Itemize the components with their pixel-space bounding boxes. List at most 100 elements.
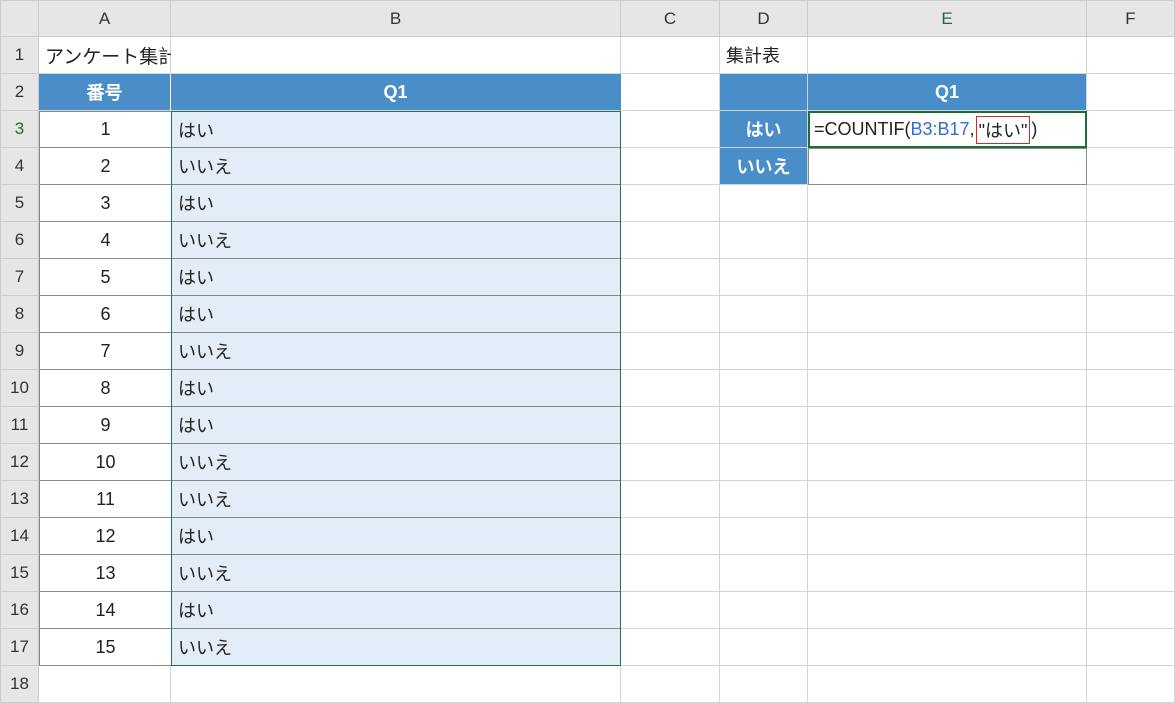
left-num-cell[interactable]: 13	[39, 555, 171, 592]
left-val-cell[interactable]: はい	[171, 296, 621, 333]
cell-D17[interactable]	[720, 629, 808, 666]
left-val-cell[interactable]: いいえ	[171, 629, 621, 666]
left-num-cell[interactable]: 8	[39, 370, 171, 407]
cell-E9[interactable]	[808, 333, 1087, 370]
cell-D12[interactable]	[720, 444, 808, 481]
cell-F4[interactable]	[1087, 148, 1175, 185]
row-header-11[interactable]: 11	[0, 407, 39, 444]
cell-E1[interactable]	[808, 37, 1087, 74]
row-header-8[interactable]: 8	[0, 296, 39, 333]
cell-D6[interactable]	[720, 222, 808, 259]
cell-F5[interactable]	[1087, 185, 1175, 222]
cell-D10[interactable]	[720, 370, 808, 407]
left-num-cell[interactable]: 15	[39, 629, 171, 666]
cell-C7[interactable]	[621, 259, 720, 296]
cell-E7[interactable]	[808, 259, 1087, 296]
left-num-cell[interactable]: 1	[39, 111, 171, 148]
left-val-cell[interactable]: はい	[171, 592, 621, 629]
cell-E6[interactable]	[808, 222, 1087, 259]
left-val-cell[interactable]: いいえ	[171, 481, 621, 518]
cell-E14[interactable]	[808, 518, 1087, 555]
left-val-cell[interactable]: いいえ	[171, 444, 621, 481]
row-header-9[interactable]: 9	[0, 333, 39, 370]
cell-D15[interactable]	[720, 555, 808, 592]
cell-C15[interactable]	[621, 555, 720, 592]
cell-C5[interactable]	[621, 185, 720, 222]
cell-F6[interactable]	[1087, 222, 1175, 259]
cell-F14[interactable]	[1087, 518, 1175, 555]
cell-D5[interactable]	[720, 185, 808, 222]
cell-C12[interactable]	[621, 444, 720, 481]
cell-E15[interactable]	[808, 555, 1087, 592]
cell-E17[interactable]	[808, 629, 1087, 666]
cell-D14[interactable]	[720, 518, 808, 555]
row-header-1[interactable]: 1	[0, 37, 39, 74]
left-num-cell[interactable]: 6	[39, 296, 171, 333]
cell-D8[interactable]	[720, 296, 808, 333]
cell-A18[interactable]	[39, 666, 171, 703]
cell-E10[interactable]	[808, 370, 1087, 407]
cell-C14[interactable]	[621, 518, 720, 555]
left-num-cell[interactable]: 12	[39, 518, 171, 555]
cell-C13[interactable]	[621, 481, 720, 518]
cell-C3[interactable]	[621, 111, 720, 148]
row-header-2[interactable]: 2	[0, 74, 39, 111]
col-header-C[interactable]: C	[621, 0, 720, 37]
cell-D9[interactable]	[720, 333, 808, 370]
cell-E8[interactable]	[808, 296, 1087, 333]
row-header-12[interactable]: 12	[0, 444, 39, 481]
left-val-cell[interactable]: はい	[171, 407, 621, 444]
cell-D18[interactable]	[720, 666, 808, 703]
cell-F2[interactable]	[1087, 74, 1175, 111]
cell-C10[interactable]	[621, 370, 720, 407]
cell-F17[interactable]	[1087, 629, 1175, 666]
col-header-E[interactable]: E	[808, 0, 1087, 37]
cell-B1[interactable]	[171, 37, 621, 74]
cell-C11[interactable]	[621, 407, 720, 444]
cell-C18[interactable]	[621, 666, 720, 703]
left-num-cell[interactable]: 2	[39, 148, 171, 185]
col-header-A[interactable]: A	[39, 0, 171, 37]
left-val-cell[interactable]: いいえ	[171, 222, 621, 259]
cell-D7[interactable]	[720, 259, 808, 296]
left-num-cell[interactable]: 7	[39, 333, 171, 370]
left-num-cell[interactable]: 11	[39, 481, 171, 518]
cell-E13[interactable]	[808, 481, 1087, 518]
row-header-4[interactable]: 4	[0, 148, 39, 185]
cell-F15[interactable]	[1087, 555, 1175, 592]
left-val-cell[interactable]: はい	[171, 111, 621, 148]
left-val-cell[interactable]: はい	[171, 259, 621, 296]
summary-value-no[interactable]	[808, 148, 1087, 185]
col-header-F[interactable]: F	[1087, 0, 1175, 37]
cell-C16[interactable]	[621, 592, 720, 629]
cell-E18[interactable]	[808, 666, 1087, 703]
row-header-15[interactable]: 15	[0, 555, 39, 592]
cell-C6[interactable]	[621, 222, 720, 259]
cell-F12[interactable]	[1087, 444, 1175, 481]
cell-C1[interactable]	[621, 37, 720, 74]
cell-F13[interactable]	[1087, 481, 1175, 518]
cell-C17[interactable]	[621, 629, 720, 666]
left-val-cell[interactable]: はい	[171, 518, 621, 555]
left-val-cell[interactable]: はい	[171, 185, 621, 222]
cell-C8[interactable]	[621, 296, 720, 333]
cell-F9[interactable]	[1087, 333, 1175, 370]
cell-E11[interactable]	[808, 407, 1087, 444]
cell-E5[interactable]	[808, 185, 1087, 222]
select-all-corner[interactable]	[0, 0, 39, 37]
cell-F3[interactable]	[1087, 111, 1175, 148]
left-num-cell[interactable]: 14	[39, 592, 171, 629]
cell-F18[interactable]	[1087, 666, 1175, 703]
row-header-16[interactable]: 16	[0, 592, 39, 629]
left-val-cell[interactable]: はい	[171, 370, 621, 407]
left-val-cell[interactable]: いいえ	[171, 555, 621, 592]
row-header-7[interactable]: 7	[0, 259, 39, 296]
cell-C4[interactable]	[621, 148, 720, 185]
left-num-cell[interactable]: 4	[39, 222, 171, 259]
row-header-13[interactable]: 13	[0, 481, 39, 518]
row-header-10[interactable]: 10	[0, 370, 39, 407]
cell-F11[interactable]	[1087, 407, 1175, 444]
cell-E16[interactable]	[808, 592, 1087, 629]
row-header-14[interactable]: 14	[0, 518, 39, 555]
cell-C2[interactable]	[621, 74, 720, 111]
